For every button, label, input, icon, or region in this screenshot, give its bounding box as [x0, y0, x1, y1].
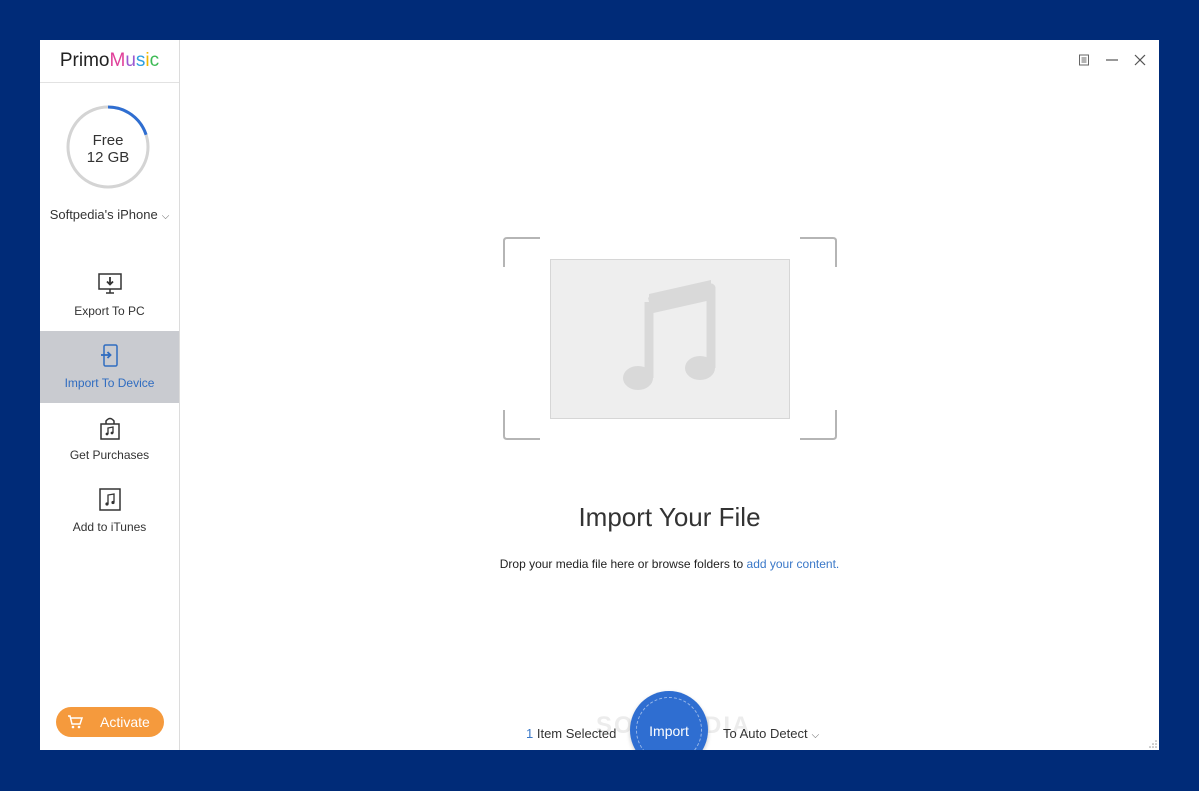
- app-logo: PrimoMusic: [40, 40, 179, 83]
- close-icon[interactable]: [1134, 54, 1146, 66]
- activate-label: Activate: [100, 714, 150, 730]
- selection-count: 1 Item Selected: [526, 726, 616, 741]
- add-content-link[interactable]: add your content.: [747, 557, 840, 571]
- chevron-down-icon: ⌵: [811, 730, 820, 741]
- monitor-download-icon: [97, 273, 122, 294]
- sidebar: PrimoMusic Free 12 GB Softpedia's iPhone…: [40, 40, 180, 750]
- nav-export-to-pc[interactable]: Export To PC: [40, 259, 179, 331]
- target-selector[interactable]: To Auto Detect ⌵: [723, 726, 819, 741]
- cart-icon: [68, 715, 84, 729]
- device-name: Softpedia's iPhone: [49, 207, 158, 222]
- nav-add-to-itunes[interactable]: Add to iTunes: [40, 475, 179, 547]
- import-button[interactable]: Import: [630, 691, 708, 750]
- logo-letter: M: [109, 50, 126, 71]
- target-label: To Auto Detect: [723, 726, 808, 741]
- menu-icon[interactable]: [1078, 54, 1090, 66]
- storage-value: 12 GB: [86, 149, 130, 166]
- device-selector[interactable]: Softpedia's iPhone ⌵: [40, 207, 179, 222]
- nav-label: Import To Device: [64, 376, 155, 390]
- drop-zone[interactable]: [503, 237, 837, 440]
- logo-letter: s: [135, 50, 146, 71]
- page-title: Import Your File: [578, 502, 761, 532]
- nav-label: Get Purchases: [69, 448, 150, 462]
- drop-zone-placeholder: [550, 259, 790, 419]
- storage-readout: Free 12 GB: [65, 132, 151, 166]
- phone-import-icon: [100, 344, 118, 367]
- drop-instructions-text: Drop your media file here or browse fold…: [499, 557, 747, 571]
- nav-import-to-device[interactable]: Import To Device: [40, 331, 179, 403]
- import-label: Import: [649, 723, 689, 739]
- logo-primo: Primo: [59, 50, 110, 71]
- app-window: PrimoMusic Free 12 GB Softpedia's iPhone…: [40, 40, 1159, 750]
- logo-letter: u: [125, 50, 136, 71]
- chevron-down-icon: ⌵: [161, 211, 170, 222]
- activate-button[interactable]: Activate: [56, 707, 164, 737]
- minimize-icon[interactable]: [1106, 54, 1118, 66]
- drop-instructions: Drop your media file here or browse fold…: [180, 557, 1159, 571]
- nav-label: Export To PC: [74, 304, 145, 318]
- nav-get-purchases[interactable]: Get Purchases: [40, 403, 179, 475]
- resize-grip-icon[interactable]: [1149, 740, 1157, 748]
- music-note-icon: [623, 280, 716, 390]
- nav-label: Add to iTunes: [72, 520, 147, 534]
- selection-label: Item Selected: [533, 726, 617, 741]
- storage-gauge: Free 12 GB: [65, 104, 151, 190]
- storage-label: Free: [92, 132, 124, 149]
- logo-letter: c: [149, 50, 160, 71]
- itunes-note-icon: [98, 488, 121, 511]
- bag-music-icon: [99, 417, 120, 440]
